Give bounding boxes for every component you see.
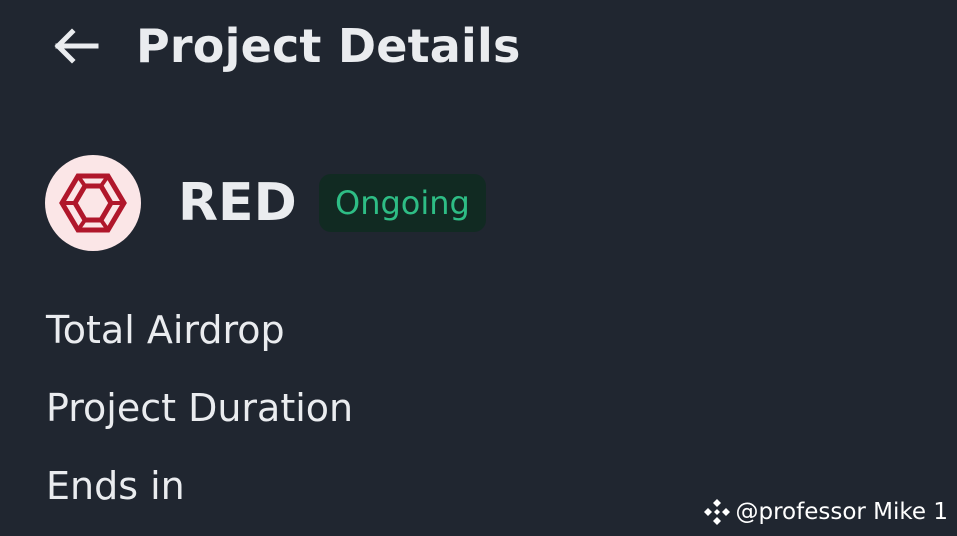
- back-button[interactable]: [46, 20, 106, 72]
- project-name: RED: [178, 173, 297, 233]
- arrow-left-icon: [54, 28, 99, 64]
- project-duration-label: Project Duration: [46, 386, 354, 430]
- total-airdrop-label: Total Airdrop: [46, 308, 285, 352]
- watermark: @professor Mike 1: [703, 496, 948, 528]
- ends-in-label: Ends in: [46, 464, 185, 508]
- hexagon-gem-icon: [59, 173, 127, 233]
- binance-diamond-icon: [704, 499, 731, 525]
- page-title: Project Details: [136, 19, 521, 73]
- status-badge: Ongoing: [319, 174, 486, 232]
- project-logo: [45, 155, 141, 251]
- header: Project Details: [0, 0, 957, 96]
- project-header: RED Ongoing: [45, 155, 745, 251]
- watermark-text: @professor Mike 1: [735, 499, 948, 525]
